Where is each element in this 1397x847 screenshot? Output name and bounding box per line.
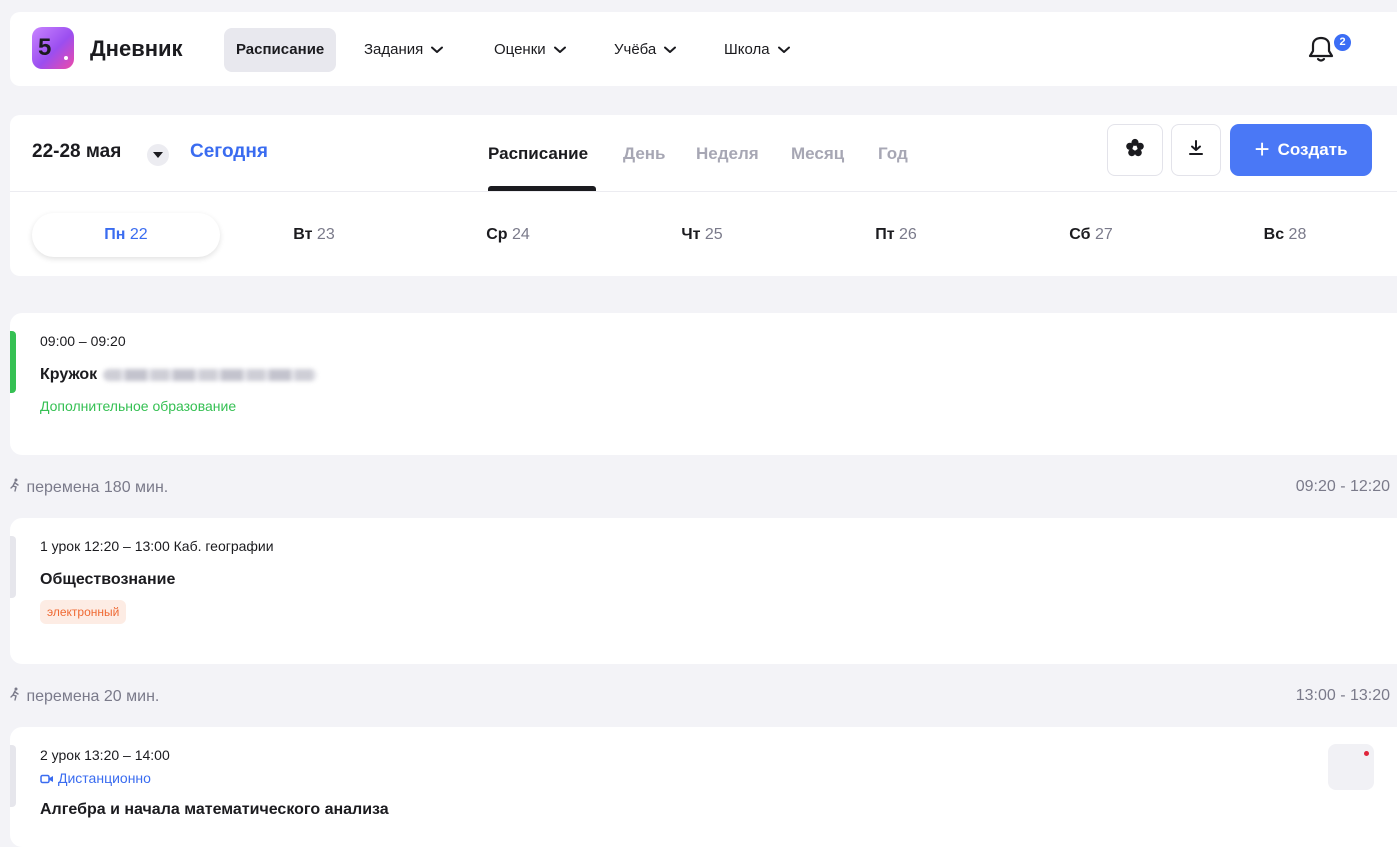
video-camera-icon bbox=[40, 771, 54, 787]
lesson-category: Дополнительное образование bbox=[40, 398, 237, 414]
break-label: перемена 180 мин. bbox=[26, 479, 169, 496]
tab-schedule[interactable]: Расписание bbox=[488, 144, 588, 164]
day-number: 24 bbox=[511, 226, 530, 243]
day-number: 25 bbox=[704, 226, 723, 243]
break-time: 13:00 - 13:20 bbox=[1295, 687, 1390, 704]
day-of-week: Ср bbox=[486, 226, 508, 243]
app-logo[interactable]: 5 bbox=[32, 27, 74, 69]
lesson-mode: Дистанционно bbox=[40, 770, 151, 787]
notification-badge: 2 bbox=[1332, 32, 1353, 53]
day-of-week: Вс bbox=[1263, 226, 1285, 243]
lesson-time: 1 урок 12:20 – 13:00 Каб. географии bbox=[40, 538, 274, 554]
chevron-down-icon bbox=[777, 28, 790, 72]
logo-dot bbox=[64, 56, 68, 60]
day-of-week: Вт bbox=[293, 226, 313, 243]
lesson-title-text: Кружок bbox=[40, 366, 98, 383]
day-number: 26 bbox=[899, 226, 917, 243]
nav-item-tasks[interactable]: Задания bbox=[352, 28, 455, 72]
day-tab-sun[interactable]: Вс 28 bbox=[1225, 213, 1345, 257]
caret-down-icon[interactable] bbox=[147, 144, 169, 166]
header-divider bbox=[10, 191, 1397, 192]
top-navigation: 5 Дневник Расписание Задания Оценки Учёб… bbox=[10, 12, 1397, 86]
nav-item-label: Задания bbox=[364, 41, 424, 58]
lesson-mode-label: Дистанционно bbox=[58, 770, 151, 786]
lesson-title: Кружок bbox=[40, 366, 318, 384]
nav-item-label: Расписание bbox=[236, 41, 325, 58]
day-of-week: Пт bbox=[875, 226, 895, 243]
date-range[interactable]: 22-28 мая bbox=[32, 141, 121, 163]
tab-day[interactable]: День bbox=[623, 144, 666, 164]
break-row: перемена 180 мин. 09:20 - 12:20 bbox=[10, 478, 1397, 497]
nav-item-label: Школа bbox=[724, 41, 770, 58]
create-button[interactable]: + Создать bbox=[1230, 124, 1372, 176]
flower-settings-icon bbox=[1125, 138, 1145, 163]
today-link[interactable]: Сегодня bbox=[190, 141, 268, 163]
lesson-title: Обществознание bbox=[40, 571, 176, 588]
day-number: 27 bbox=[1094, 226, 1113, 243]
nav-item-grades[interactable]: Оценки bbox=[482, 28, 578, 72]
blurred-text bbox=[103, 368, 318, 381]
break-row: перемена 20 мин. 13:00 - 13:20 bbox=[10, 687, 1397, 706]
nav-item-study[interactable]: Учёба bbox=[602, 28, 688, 72]
lesson-action-button[interactable] bbox=[1328, 744, 1374, 790]
lesson-accent-bar bbox=[10, 745, 16, 807]
download-button[interactable] bbox=[1171, 124, 1221, 176]
download-icon bbox=[1187, 139, 1205, 162]
nav-item-label: Оценки bbox=[494, 41, 546, 58]
lesson-time: 2 урок 13:20 – 14:00 bbox=[40, 747, 170, 763]
nav-item-school[interactable]: Школа bbox=[712, 28, 802, 72]
lesson-card[interactable]: 2 урок 13:20 – 14:00 Дистанционно Алгебр… bbox=[10, 727, 1397, 847]
break-time: 09:20 - 12:20 bbox=[1295, 478, 1390, 495]
notification-dot bbox=[1364, 751, 1369, 756]
brand-name[interactable]: Дневник bbox=[90, 36, 183, 62]
schedule-header: 22-28 мая Сегодня Расписание День Неделя… bbox=[10, 115, 1397, 276]
lesson-card[interactable]: 09:00 – 09:20 Кружок Дополнительное обра… bbox=[10, 313, 1397, 455]
chevron-down-icon bbox=[664, 28, 677, 72]
day-tab-tue[interactable]: Вт 23 bbox=[254, 213, 374, 257]
day-number: 23 bbox=[316, 226, 335, 243]
day-tab-sat[interactable]: Сб 27 bbox=[1031, 213, 1151, 257]
plus-icon: + bbox=[1254, 133, 1270, 164]
nav-item-schedule[interactable]: Расписание bbox=[224, 28, 337, 72]
runner-icon bbox=[10, 687, 22, 706]
day-tab-fri[interactable]: Пт 26 bbox=[836, 213, 956, 257]
settings-button[interactable] bbox=[1107, 124, 1163, 176]
lesson-accent-bar bbox=[10, 331, 16, 393]
lesson-accent-bar bbox=[10, 536, 16, 598]
tab-month[interactable]: Месяц bbox=[791, 144, 844, 164]
chevron-down-icon bbox=[431, 28, 444, 72]
runner-icon bbox=[10, 478, 22, 497]
day-number: 22 bbox=[129, 226, 148, 243]
day-number: 28 bbox=[1288, 226, 1307, 243]
lesson-card[interactable]: 1 урок 12:20 – 13:00 Каб. географии Обще… bbox=[10, 518, 1397, 664]
day-tab-thu[interactable]: Чт 25 bbox=[642, 213, 762, 257]
day-of-week: Чт bbox=[681, 226, 701, 243]
day-tab-wed[interactable]: Ср 24 bbox=[448, 213, 568, 257]
logo-text: 5 bbox=[38, 34, 52, 61]
day-of-week: Сб bbox=[1069, 226, 1091, 243]
break-label: перемена 20 мин. bbox=[26, 688, 160, 705]
chevron-down-icon bbox=[553, 28, 566, 72]
tab-year[interactable]: Год bbox=[878, 144, 908, 164]
day-tab-mon[interactable]: Пн 22 bbox=[32, 213, 220, 257]
day-of-week: Пн bbox=[104, 226, 126, 243]
nav-item-label: Учёба bbox=[614, 41, 657, 58]
lesson-title: Алгебра и начала математического анализа bbox=[40, 801, 389, 818]
create-button-label: Создать bbox=[1277, 140, 1348, 159]
lesson-time: 09:00 – 09:20 bbox=[40, 333, 126, 349]
lesson-tag: электронный bbox=[40, 600, 127, 624]
tab-week[interactable]: Неделя bbox=[696, 144, 759, 164]
